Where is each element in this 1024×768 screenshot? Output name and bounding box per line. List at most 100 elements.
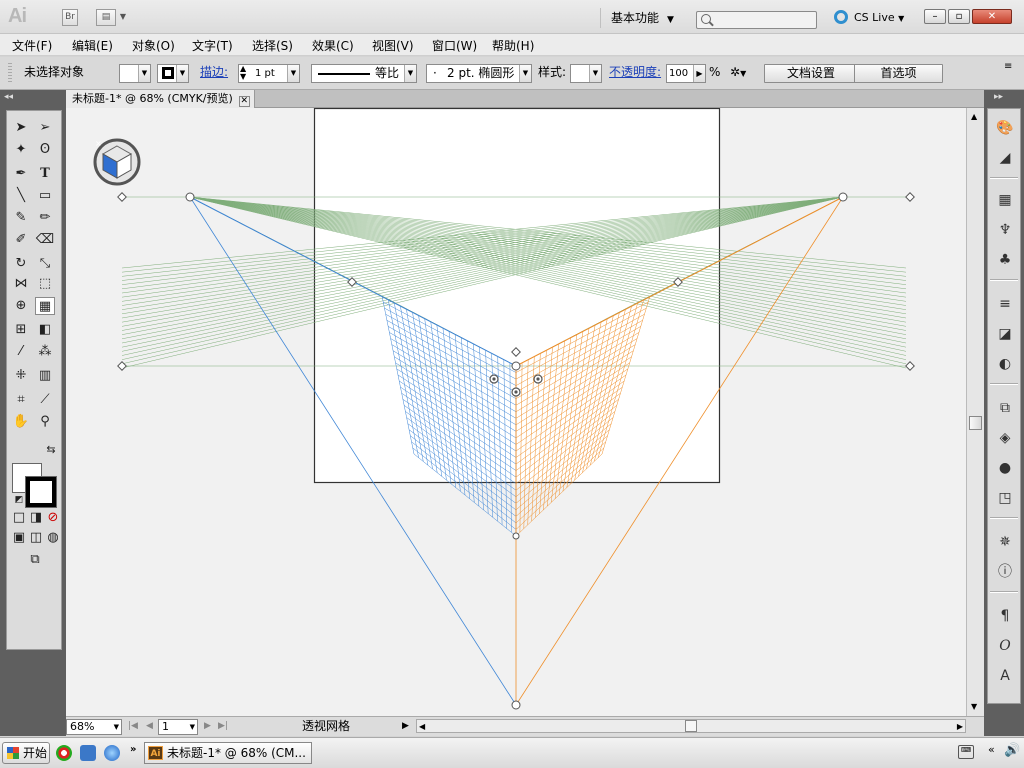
pen-tool-icon[interactable]: ✒ [11,165,31,183]
ground-level-handle[interactable] [511,361,521,371]
scroll-right-icon[interactable]: ▶ [957,720,963,734]
appearance-panel-icon[interactable]: ⧉ [995,399,1015,417]
hand-tool-icon[interactable]: ✋ [11,413,31,431]
opentype-panel-icon[interactable]: O [995,637,1015,655]
eyedropper-tool-icon[interactable]: ⁄ [11,343,31,361]
arrange-documents-icon[interactable]: ▤ [96,9,116,26]
panel-menu-icon[interactable]: ≡ [1004,58,1012,77]
line-tool-icon[interactable]: ╲ [11,187,31,205]
document-setup-button[interactable]: 文档设置 [764,64,858,83]
paragraph-panel-icon[interactable]: ¶ [995,607,1015,625]
character-panel-icon[interactable]: A [995,667,1015,685]
menu-window[interactable]: 窗口(W) [432,37,477,54]
restore-button[interactable]: ▫ [948,9,970,24]
pencil-tool-icon[interactable]: ✏ [35,209,55,227]
grid-extent-handle[interactable] [512,532,520,540]
show-tray-icon[interactable]: « [988,743,995,756]
menu-help[interactable]: 帮助(H) [492,37,534,54]
left-vanishing-point-handle[interactable] [185,192,195,202]
search-input[interactable] [696,11,817,29]
expand-panels-icon[interactable]: ▸▸ [994,92,1003,102]
navigator-panel-icon[interactable]: ✵ [995,533,1015,551]
symbol-sprayer-tool-icon[interactable]: ⁜ [11,367,31,385]
start-button[interactable]: 开始 [2,742,50,764]
close-button[interactable]: ✕ [972,9,1012,24]
menu-type[interactable]: 文字(T) [192,37,233,54]
free-transform-tool-icon[interactable]: ⬚ [35,275,55,293]
screen-mode-icon[interactable]: ⧉ [25,551,45,569]
ground-right-handle[interactable] [905,361,915,371]
first-artboard-icon[interactable]: |◀ [128,719,138,735]
slice-tool-icon[interactable]: ⟋ [35,391,55,409]
stroke-panel-link[interactable]: 描边: [200,64,228,83]
arrange-dropdown-icon[interactable]: ▼ [118,9,128,26]
color-guide-icon[interactable]: ◢ [995,149,1015,167]
previous-artboard-icon[interactable]: ◀ [146,719,153,735]
width-tool-icon[interactable]: ⋈ [11,275,31,293]
opacity-field[interactable]: 100 ▶ [666,64,706,83]
rectangle-tool-icon[interactable]: ▭ [35,187,55,205]
plane-switching-widget[interactable]: × [93,138,141,186]
menu-edit[interactable]: 编辑(E) [72,37,113,54]
artboard-navigation-field[interactable]: 1 ▼ [158,719,198,735]
keyboard-icon[interactable]: ⌨ [958,745,974,759]
info-panel-icon[interactable]: ⓘ [995,563,1015,581]
status-menu-icon[interactable]: ▶ [402,719,409,735]
next-artboard-icon[interactable]: ▶ [204,719,211,735]
close-icon[interactable]: ✕ [238,96,250,107]
horizontal-scrollbar[interactable]: ◀ ▶ [416,719,966,733]
minimize-button[interactable]: – [924,9,946,24]
menu-object[interactable]: 对象(O) [132,37,175,54]
scroll-up-icon[interactable]: ▲ [971,112,977,121]
bridge-button[interactable]: Br [62,9,78,26]
scroll-down-icon[interactable]: ▼ [971,702,977,711]
internet-explorer-icon[interactable] [104,745,120,761]
collapse-panel-icon[interactable]: ◂◂ [4,92,13,102]
transparency-panel-icon[interactable]: ◐ [995,355,1015,373]
horizon-right-handle[interactable] [905,192,915,202]
stepper-icon[interactable]: ▲ ▼ [240,65,246,81]
selection-tool-icon[interactable]: ➤ [11,119,31,137]
magic-wand-tool-icon[interactable]: ✦ [11,141,31,159]
eraser-tool-icon[interactable]: ⌫ [35,231,55,249]
stroke-color-dropdown[interactable]: ▼ [157,64,189,83]
workspace-switcher[interactable]: 基本功能 ▼ [600,8,674,28]
graphic-styles-icon[interactable]: ● [995,459,1015,477]
gradient-tool-icon[interactable]: ◧ [35,321,55,339]
paintbrush-tool-icon[interactable]: ✎ [11,209,31,227]
swatches-panel-icon[interactable]: ▦ [995,191,1015,209]
panel-grip-icon[interactable] [8,63,12,83]
vertical-scrollbar[interactable]: ▲ ▼ [966,108,984,716]
preferences-button[interactable]: 首选项 [854,64,943,83]
stroke-swatch[interactable] [25,476,57,508]
menu-effect[interactable]: 效果(C) [312,37,354,54]
scroll-left-icon[interactable]: ◀ [419,720,425,734]
perspective-grid-artwork[interactable]: × [66,108,966,716]
artboard-tool-icon[interactable]: ⌗ [11,391,31,409]
scale-tool-icon[interactable]: ⤡ [35,255,55,273]
zoom-tool-icon[interactable]: ⚲ [35,413,55,431]
graphic-style-dropdown[interactable]: ▼ [570,64,602,83]
gradient-panel-icon[interactable]: ◪ [995,325,1015,343]
fill-color-dropdown[interactable]: ▼ [119,64,151,83]
symbols-panel-icon[interactable]: ♣ [995,251,1015,269]
more-quick-launch-icon[interactable]: » [130,744,136,755]
menu-select[interactable]: 选择(S) [252,37,293,54]
perspective-grid-tool-icon[interactable]: ▦ [35,297,55,315]
mesh-tool-icon[interactable]: ⊞ [11,321,31,339]
blob-brush-tool-icon[interactable]: ✐ [11,231,31,249]
last-artboard-icon[interactable]: ▶| [218,719,228,735]
cs-live-menu[interactable]: CS Live ▼ [834,10,904,27]
swap-fill-stroke-icon[interactable]: ⇆ [41,441,61,459]
volume-icon[interactable]: 🔊 [1004,743,1020,758]
taskbar-item-illustrator[interactable]: Ai 未标题-1* @ 68% (CM... [144,742,312,764]
current-tool-status[interactable]: 透视网格 [302,719,350,735]
shape-builder-tool-icon[interactable]: ⊕ [11,297,31,315]
canvas[interactable]: × [66,108,966,716]
scroll-thumb[interactable] [685,720,697,732]
horizon-left-handle[interactable] [117,192,127,202]
brush-definition-dropdown[interactable]: · 2 pt. 椭圆形 ▼ [426,64,532,83]
column-graph-tool-icon[interactable]: ▥ [35,367,55,385]
rotate-tool-icon[interactable]: ↻ [11,255,31,273]
direct-selection-tool-icon[interactable]: ➢ [35,119,55,137]
